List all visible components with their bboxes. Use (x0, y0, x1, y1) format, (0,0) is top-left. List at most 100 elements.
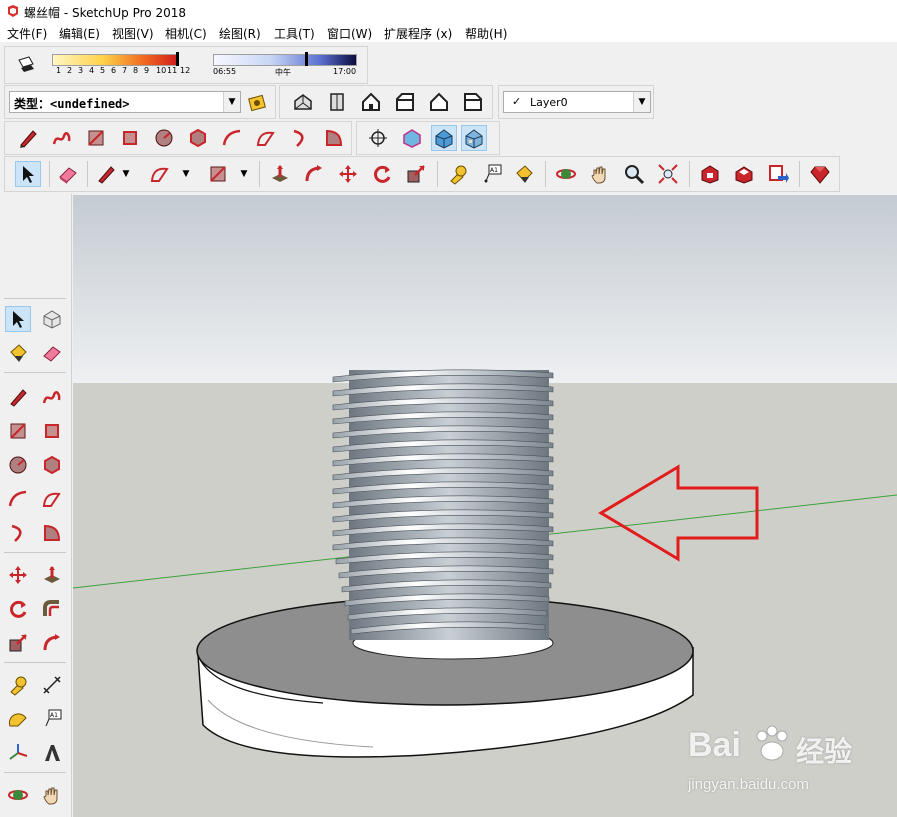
classifier-button[interactable] (245, 89, 271, 115)
follow-me-button[interactable] (301, 161, 327, 187)
svg-text:A1: A1 (490, 167, 498, 174)
rotated-rectangle-button-left[interactable] (39, 418, 65, 444)
chevron-down-icon[interactable]: ▼ (223, 92, 240, 112)
orbit-button-left[interactable] (5, 782, 31, 808)
three-point-arc-button[interactable] (287, 125, 313, 151)
text-button-left[interactable]: A1 (39, 706, 65, 732)
text-button[interactable]: A1 (479, 161, 505, 187)
rotate-button-left[interactable] (5, 596, 31, 622)
pan-button-left[interactable] (39, 782, 65, 808)
camera-toolbar (356, 121, 500, 155)
menu-help[interactable]: 帮助(H) (465, 25, 507, 42)
freehand-button-left[interactable] (39, 384, 65, 410)
two-point-arc-icon (42, 492, 61, 507)
send-to-layout-button[interactable] (765, 161, 791, 187)
top-view-button[interactable] (324, 89, 350, 115)
pencil-button-main[interactable] (93, 161, 119, 187)
follow-me-button-left[interactable] (39, 630, 65, 656)
menu-extensions[interactable]: 扩展程序 (x) (384, 25, 452, 42)
type-combobox[interactable]: 类型：<undefined> ▼ (9, 91, 241, 113)
move-button-left[interactable] (5, 562, 31, 588)
axes-button-left[interactable] (5, 740, 31, 766)
pie-button[interactable] (321, 125, 347, 151)
month-slider[interactable] (52, 54, 178, 66)
paint-bucket-button[interactable] (511, 161, 537, 187)
push-pull-button[interactable] (267, 161, 293, 187)
circle-button-left[interactable] (5, 452, 31, 478)
tape-measure-button[interactable] (445, 161, 471, 187)
two-point-arc-button-left[interactable] (39, 486, 65, 512)
eraser-button[interactable] (55, 161, 81, 187)
menu-view[interactable]: 视图(V) (112, 25, 154, 42)
pie-button-left[interactable] (39, 520, 65, 546)
polygon-button[interactable] (185, 125, 211, 151)
rectangle-button-left[interactable] (5, 418, 31, 444)
shadow-settings-button[interactable] (13, 52, 39, 78)
menu-tools[interactable]: 工具(T) (274, 25, 315, 42)
time-end-label: 17:00 (333, 67, 357, 76)
menu-window[interactable]: 窗口(W) (327, 25, 372, 42)
pencil-button[interactable] (15, 125, 41, 151)
pencil-icon (10, 389, 27, 407)
shaded-button[interactable] (431, 125, 457, 151)
front-view-button[interactable] (358, 89, 384, 115)
arc-button-main[interactable] (147, 161, 173, 187)
push-pull-button-left[interactable] (39, 562, 65, 588)
extension-warehouse-button[interactable] (731, 161, 757, 187)
freehand-button[interactable] (49, 125, 75, 151)
move-button[interactable] (335, 161, 361, 187)
arc-dropdown-caret[interactable]: ▼ (181, 161, 191, 187)
time-slider-thumb[interactable] (305, 52, 308, 66)
warehouse-button[interactable] (697, 161, 723, 187)
select-button[interactable] (15, 161, 41, 187)
position-camera-button[interactable] (365, 125, 391, 151)
pan-button[interactable] (587, 161, 613, 187)
pencil-dropdown-caret[interactable]: ▼ (121, 161, 131, 187)
arc-button-left[interactable] (5, 486, 31, 512)
three-point-arc-button-left[interactable] (5, 520, 31, 546)
paint-bucket-button-left[interactable] (5, 340, 31, 366)
layer-combobox[interactable]: ✓ Layer0 ▼ (503, 91, 651, 113)
scale-button-left[interactable] (5, 630, 31, 656)
rectangle-dropdown-caret[interactable]: ▼ (239, 161, 249, 187)
month-slider-thumb[interactable] (176, 52, 179, 66)
textured-button[interactable] (461, 125, 487, 151)
3d-text-button-left[interactable] (39, 740, 65, 766)
time-slider[interactable] (213, 54, 357, 66)
pencil-button-left[interactable] (5, 384, 31, 410)
circle-button[interactable] (151, 125, 177, 151)
tape-measure-button-left[interactable] (5, 672, 31, 698)
polygon-button-left[interactable] (39, 452, 65, 478)
zoom-button[interactable] (621, 161, 647, 187)
follow-me-icon (43, 634, 60, 651)
paw-icon (756, 725, 788, 761)
menu-file[interactable]: 文件(F) (7, 25, 47, 42)
iso-view-button[interactable] (290, 89, 316, 115)
menu-edit[interactable]: 编辑(E) (59, 25, 100, 42)
scale-button[interactable] (403, 161, 429, 187)
extension-warehouse-icon (735, 166, 753, 184)
offset-button-left[interactable] (39, 596, 65, 622)
protractor-button-left[interactable] (5, 706, 31, 732)
time-noon-label: 中午 (275, 68, 291, 77)
x-ray-button[interactable] (399, 125, 425, 151)
arc-button[interactable] (219, 125, 245, 151)
menu-draw[interactable]: 绘图(R) (219, 25, 261, 42)
orbit-button[interactable] (553, 161, 579, 187)
ruby-console-button[interactable] (807, 161, 833, 187)
left-view-button[interactable] (460, 89, 486, 115)
rotate-button[interactable] (369, 161, 395, 187)
make-component-button[interactable] (39, 306, 65, 332)
two-point-arc-button[interactable] (253, 125, 279, 151)
rotated-rectangle-button[interactable] (117, 125, 143, 151)
select-button-left[interactable] (5, 306, 31, 332)
rectangle-button-main[interactable] (205, 161, 231, 187)
eraser-button-left[interactable] (39, 340, 65, 366)
menu-camera[interactable]: 相机(C) (165, 25, 207, 42)
zoom-extents-button[interactable] (655, 161, 681, 187)
chevron-down-icon[interactable]: ▼ (633, 92, 650, 112)
right-view-button[interactable] (392, 89, 418, 115)
rectangle-button[interactable] (83, 125, 109, 151)
back-view-button[interactable] (426, 89, 452, 115)
dimension-button-left[interactable] (39, 672, 65, 698)
